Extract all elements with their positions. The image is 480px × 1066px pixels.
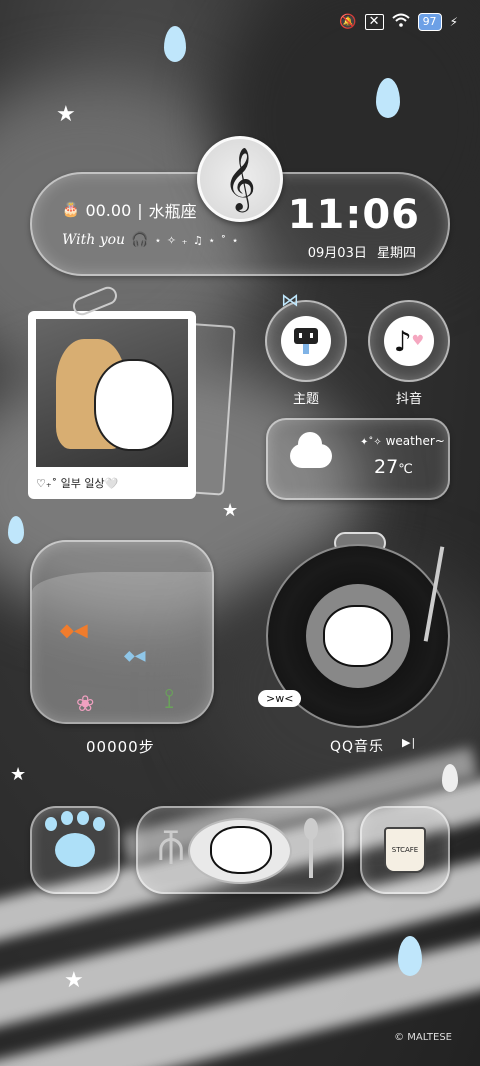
star-icon: ★ [10,764,27,785]
sparkle-icon: ✦˚✧ [360,437,382,448]
seaweed-icon: ⟟ [164,682,175,715]
theme-app-icon[interactable] [265,300,347,382]
wifi-icon [391,12,410,31]
bow-icon: ⋈ [281,290,299,311]
cake-icon: 🎂 [62,202,80,218]
clock-time: 11:06 [287,192,420,238]
status-bar: 🔕 ✕ 97 ⚡ [0,0,480,44]
star-icon: ★ [56,102,76,127]
paw-icon [45,811,105,867]
record-label [306,584,410,688]
coral-icon: ❀ [76,692,95,717]
fork-icon: ⫚ [158,820,185,871]
raindrop-icon [376,78,400,118]
app-label: 主题 [292,392,319,407]
battery-icon: 97 [417,12,442,31]
weekday: 星期四 [376,246,416,261]
star-icon: ★ [222,500,239,521]
douyin-app-icon[interactable]: ♪ ♥ [368,300,450,382]
plate-widget[interactable]: ⫚ [136,806,344,894]
paintbrush-icon [294,328,318,354]
music-app-label[interactable]: QQ音乐 [330,736,384,756]
weather-widget[interactable]: ✦˚✧ weather~ 27℃ [266,418,450,500]
cafe-widget[interactable]: STCAFE [360,806,450,894]
paw-widget[interactable] [30,806,120,894]
raindrop-icon [442,764,458,792]
app-label: 抖音 [395,392,422,407]
raindrop-icon [8,516,24,544]
mute-icon: 🔕 [339,13,357,30]
speech-bubble: >w< [258,690,302,707]
temperature: 27℃ [374,456,413,478]
water [32,572,212,722]
orange-fish-icon: ◆◀ [60,620,88,641]
separator: | [137,200,143,220]
watermark: © MALTESE [394,1032,452,1043]
charging-icon: ⚡ [449,14,458,29]
coffee-cup-icon: STCAFE [384,827,426,873]
clock-date: 09月03日 星期四 [308,242,416,261]
music-controls: QQ音乐 ▶| [330,736,416,756]
step-count: 00000步 [86,738,155,756]
blue-fish-icon: ◆◀ [124,648,146,664]
headphones-icon: 🎧 [131,232,149,248]
photo-widget[interactable]: ♡₊˚ 일부 일상🤍 [28,311,196,499]
decoration-text: ⋆ ✧ ₊ ♫ ⋆ ˚ ⋆ [154,233,240,247]
plate-icon [188,818,292,884]
cloud-icon [290,432,332,468]
dog-photo [36,319,188,467]
spoon-handle [309,838,313,878]
weather-label: ✦˚✧ weather~ [360,434,445,448]
raindrop-icon [398,936,422,976]
sim-off-icon: ✕ [364,13,384,30]
tagline: With you [62,232,126,248]
bear-sticker [210,826,272,874]
spoon-icon [304,818,318,840]
raindrop-icon [164,26,186,62]
date: 09月03日 [307,246,367,261]
zodiac-label: 水瓶座 [148,202,197,221]
bear-sticker [323,605,393,667]
aquarium-widget[interactable]: ◆◀ ◆◀ ❀ ⟟ [30,540,214,724]
app-theme[interactable]: ⋈ 主题 [265,290,347,407]
app-douyin[interactable]: ♪ ♥ 抖音 [368,300,450,407]
treble-clef-icon: 𝄞 [197,136,283,222]
alarm-time: 00.00 [85,200,132,220]
white-dog [94,359,174,451]
music-note-icon: ♪ ♥ [384,316,434,366]
play-next-icon[interactable]: ▶| [402,736,416,756]
photo-caption: ♡₊˚ 일부 일상🤍 [36,477,119,490]
star-icon: ★ [64,968,84,993]
